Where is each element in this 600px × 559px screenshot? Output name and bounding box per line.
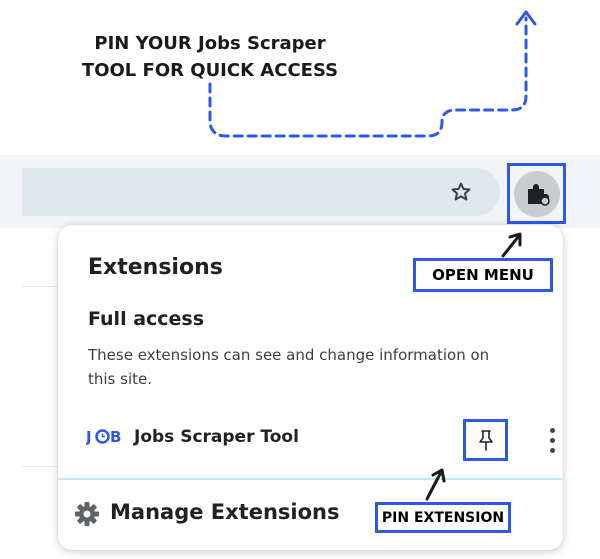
open-menu-callout: OPEN MENU [413, 258, 553, 292]
manage-extensions-label: Manage Extensions [110, 500, 340, 524]
extension-name: Jobs Scraper Tool [134, 427, 299, 447]
full-access-description: These extensions can see and change info… [88, 346, 490, 388]
menu-title: Extensions [88, 255, 223, 280]
extension-row[interactable]: J B Jobs Scraper Tool [85, 419, 556, 461]
job-logo: J B [85, 427, 128, 451]
svg-text:B: B [110, 428, 121, 446]
address-bar[interactable] [22, 168, 500, 216]
puzzle-piece-icon [528, 184, 550, 206]
full-access-heading: Full access [88, 308, 205, 330]
manage-extensions-button[interactable]: Manage Extensions [74, 497, 374, 531]
pin-button[interactable] [463, 419, 508, 461]
more-vert-icon[interactable] [542, 425, 562, 455]
pin-extension-callout: PIN EXTENSION [375, 502, 511, 533]
svg-text:J: J [86, 428, 92, 446]
gear-icon [75, 502, 99, 526]
extensions-button[interactable] [514, 171, 560, 217]
menu-divider [58, 478, 563, 480]
pin-icon [478, 430, 493, 451]
star-icon[interactable] [447, 178, 475, 206]
